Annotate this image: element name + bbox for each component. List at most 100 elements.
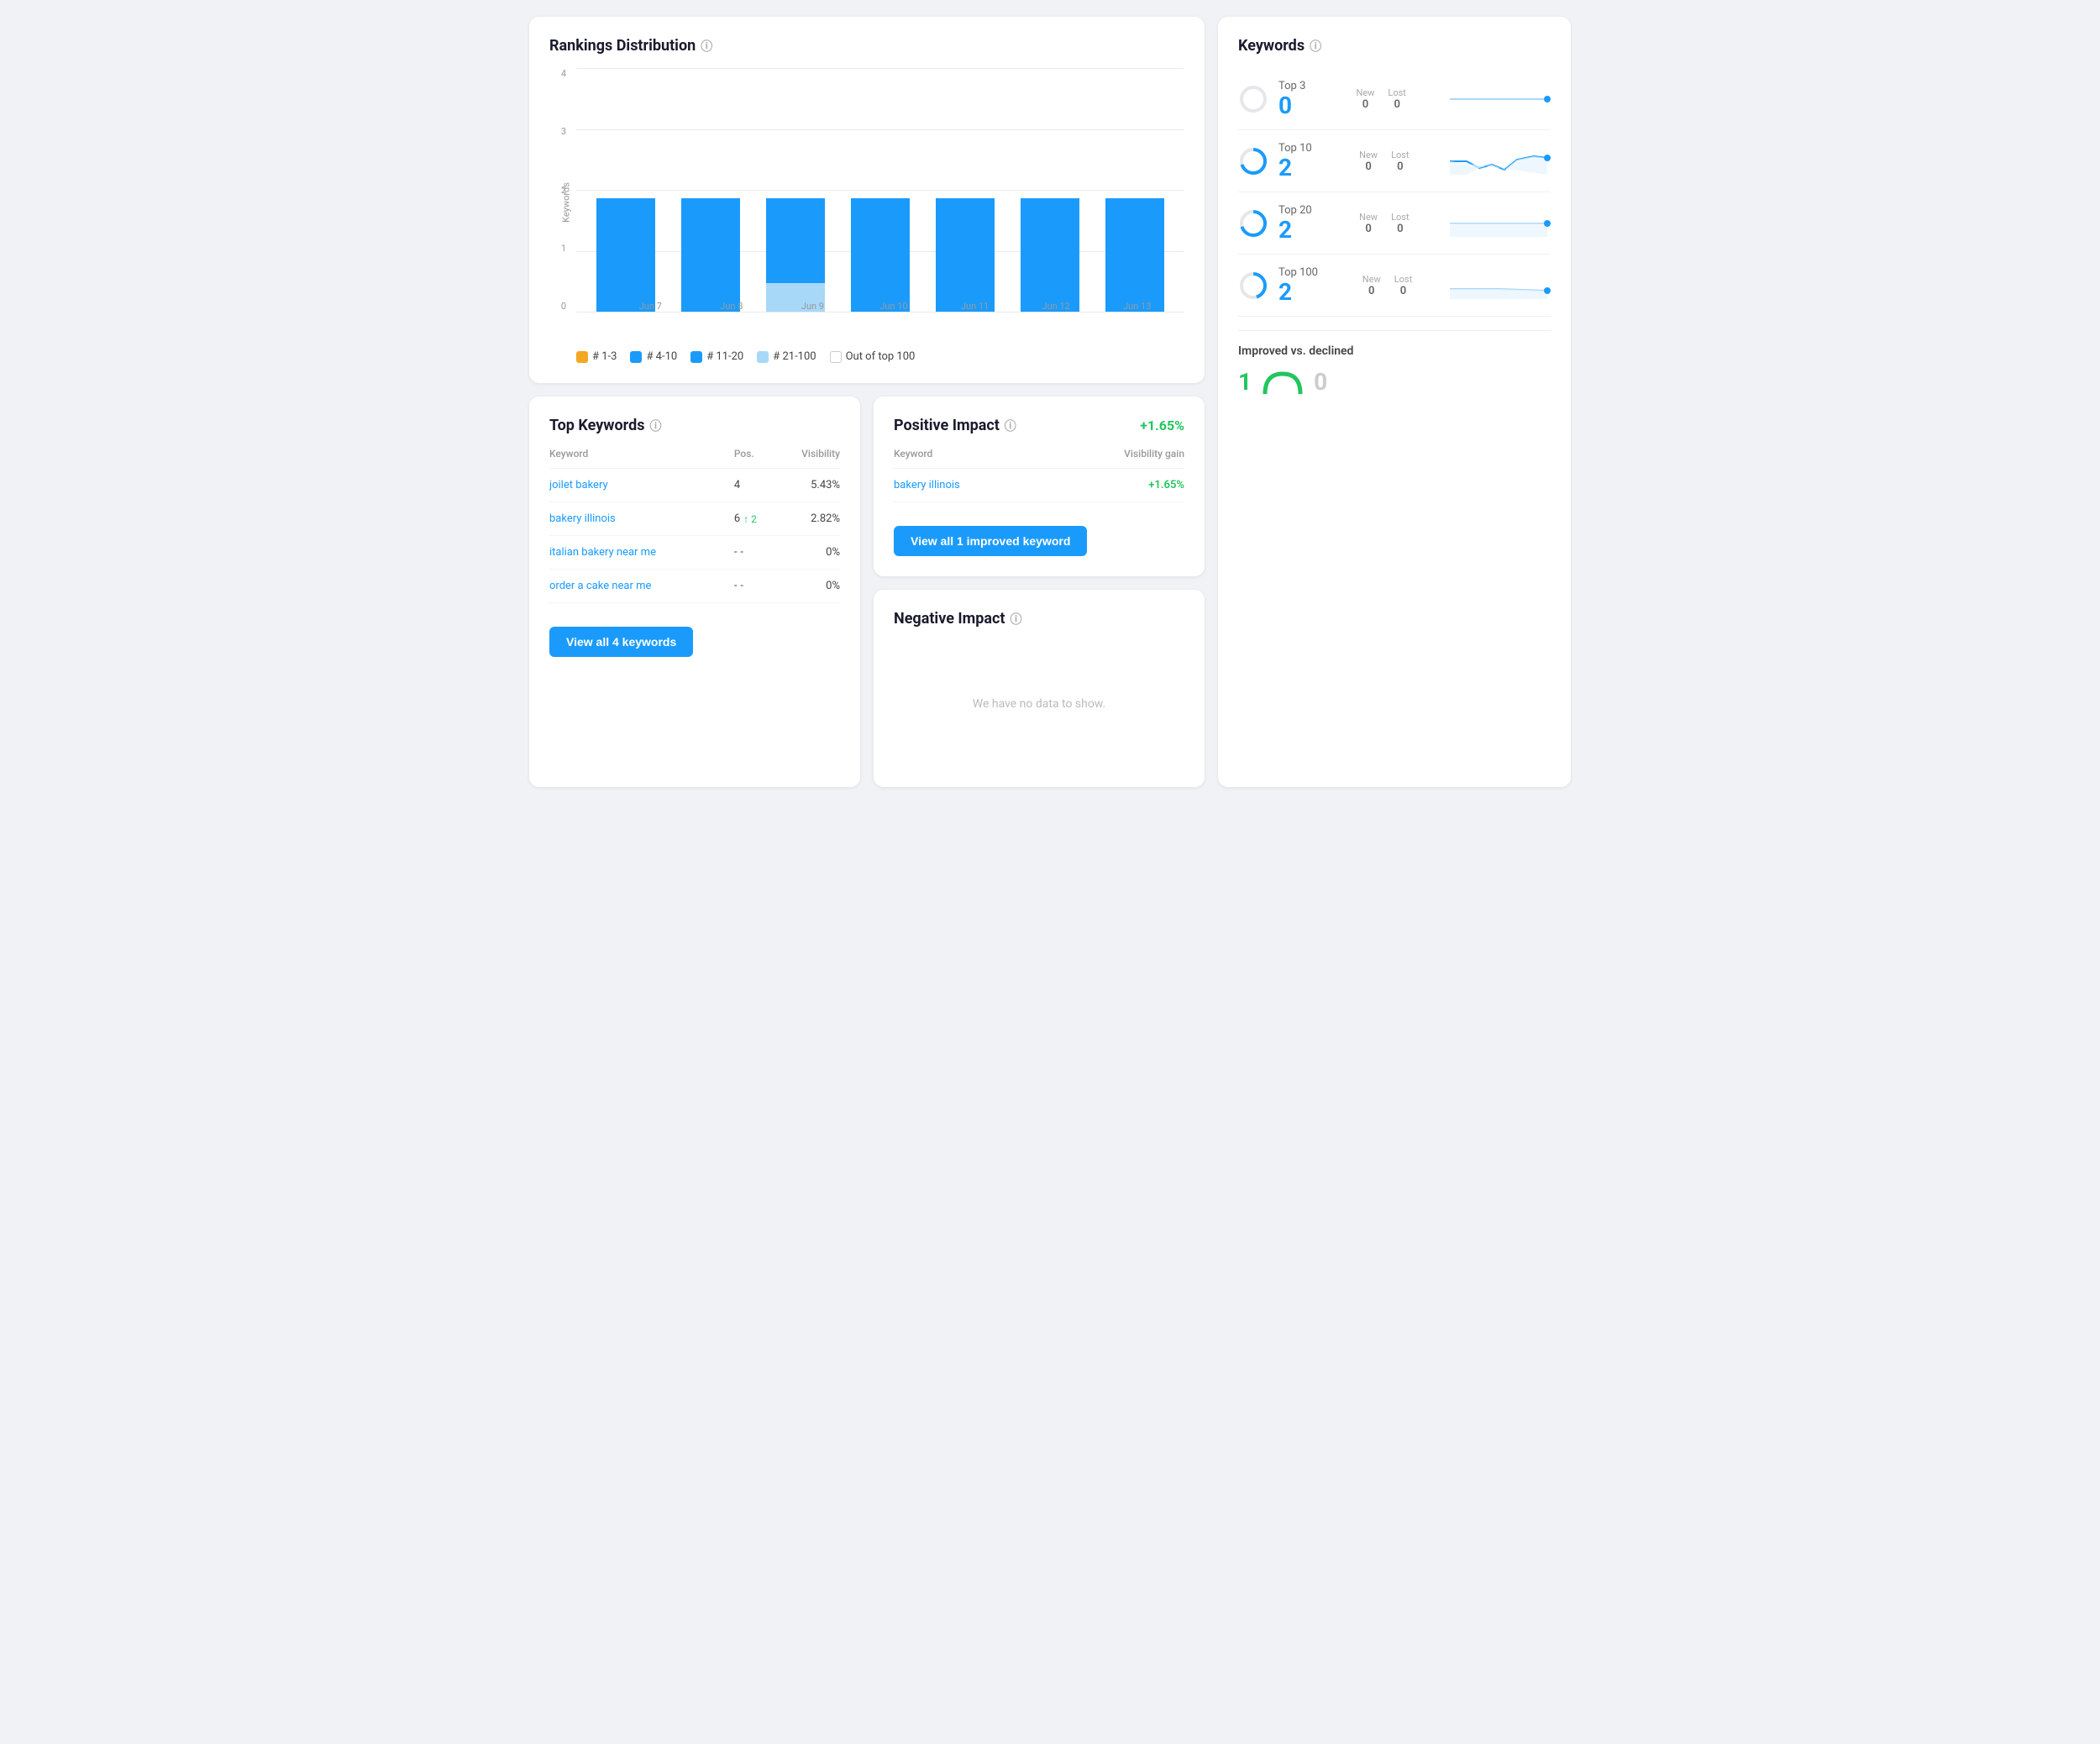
keyword-row-top10: Top 10 2 New 0 Lost 0 <box>1238 130 1551 192</box>
kw-cell-1[interactable]: bakery illinois <box>549 502 734 536</box>
legend-1-3: # 1-3 <box>576 350 617 363</box>
pos-td-1: 6 ↑ 2 <box>734 502 774 536</box>
pi-col-keyword: Keyword <box>894 448 1046 469</box>
nl-lost-val-top100: 0 <box>1394 285 1412 297</box>
kw-info-top3: Top 3 0 <box>1278 80 1305 118</box>
seg2-5 <box>1021 198 1079 312</box>
improved-count: 1 <box>1238 368 1252 396</box>
pos-td-3: - - <box>734 570 774 603</box>
nl-lost-header-top3: Lost <box>1388 87 1405 98</box>
kw-label-top3: Top 3 <box>1278 80 1305 92</box>
donut-top10 <box>1238 146 1268 176</box>
pi-kw-cell-0[interactable]: bakery illinois <box>894 469 1046 502</box>
nl-lost-header-top20: Lost <box>1391 212 1409 223</box>
table-row: order a cake near me- -0% <box>549 570 840 603</box>
legend-label-11-20: # 11-20 <box>706 350 743 363</box>
legend-box-out <box>830 351 842 363</box>
improved-title: Improved vs. declined <box>1238 344 1551 358</box>
bar-group-3 <box>843 198 918 312</box>
chart-inner: Jun 7Jun 8Jun 9Jun 10Jun 11Jun 12Jun 13 <box>576 68 1184 312</box>
chart-legend: # 1-3 # 4-10 # 11-20 # 21-100 Out of top… <box>549 350 1184 363</box>
kw-cell-0[interactable]: joilet bakery <box>549 469 734 502</box>
rankings-info-icon[interactable]: ⓘ <box>701 38 712 55</box>
keywords-title-text: Keywords <box>1238 37 1305 55</box>
bar-group-1 <box>673 198 748 312</box>
rankings-chart: Keywords 4 3 2 1 0 Jun 7Jun 8Jun 9Jun 10… <box>549 68 1184 337</box>
rankings-distribution-card: Rankings Distribution ⓘ Keywords 4 3 2 1… <box>529 17 1205 383</box>
pi-gain-cell-0: +1.65% <box>1046 469 1184 502</box>
legend-out-top-100: Out of top 100 <box>830 350 916 363</box>
negative-impact-title-text: Negative Impact <box>894 610 1005 628</box>
seg2-1 <box>681 198 740 312</box>
pi-header: Positive Impact ⓘ +1.65% <box>894 417 1184 434</box>
donut-top3 <box>1238 84 1268 114</box>
pi-table-row: bakery illinois+1.65% <box>894 469 1184 502</box>
vis-cell-2: 0% <box>774 536 840 570</box>
x-labels: Jun 7Jun 8Jun 9Jun 10Jun 11Jun 12Jun 13 <box>603 301 1184 312</box>
donut-top100 <box>1238 271 1268 301</box>
view-all-keywords-button[interactable]: View all 4 keywords <box>549 627 693 657</box>
nl-lost-header-top100: Lost <box>1394 274 1412 285</box>
bar-group-6 <box>1097 198 1173 312</box>
col-visibility-header: Visibility <box>774 448 840 469</box>
col-keyword-header: Keyword <box>549 448 734 469</box>
top-keywords-title-text: Top Keywords <box>549 417 644 434</box>
pi-col-gain: Visibility gain <box>1046 448 1184 469</box>
view-all-improved-button[interactable]: View all 1 improved keyword <box>894 526 1087 556</box>
negative-impact-card: Negative Impact ⓘ We have no data to sho… <box>874 590 1205 787</box>
nl-new-val-top20: 0 <box>1359 223 1378 235</box>
kw-new-lost-top10: New 0 Lost 0 <box>1359 150 1409 173</box>
kw-cell-3[interactable]: order a cake near me <box>549 570 734 603</box>
arc-icon <box>1262 370 1304 394</box>
col-pos-header: Pos. <box>734 448 774 469</box>
table-row: bakery illinois6 ↑ 22.82% <box>549 502 840 536</box>
improved-section: Improved vs. declined 1 0 <box>1238 330 1551 396</box>
keyword-row-top3: Top 3 0 New 0 Lost 0 <box>1238 68 1551 130</box>
pos-change-2: - <box>740 546 743 559</box>
top-keywords-table: Keyword Pos. Visibility joilet bakery4 5… <box>549 448 840 603</box>
pi-info-icon[interactable]: ⓘ <box>1005 418 1016 434</box>
sparkline-top3 <box>1450 84 1551 114</box>
kw-label-top10: Top 10 <box>1278 142 1312 155</box>
kw-info-top100: Top 100 2 <box>1278 266 1318 304</box>
nl-new-top10: New 0 <box>1359 150 1378 173</box>
dashboard: Rankings Distribution ⓘ Keywords 4 3 2 1… <box>529 17 1571 787</box>
nl-new-header-top100: New <box>1362 274 1381 285</box>
negative-impact-title: Negative Impact ⓘ <box>894 610 1184 628</box>
kw-left-top3: Top 3 0 <box>1238 80 1305 118</box>
vis-cell-1: 2.82% <box>774 502 840 536</box>
nl-lost-header-top10: Lost <box>1391 150 1409 160</box>
nl-new-top3: New 0 <box>1356 87 1374 111</box>
keywords-info-icon[interactable]: ⓘ <box>1310 38 1321 55</box>
legend-11-20: # 11-20 <box>690 350 743 363</box>
x-label-4: Jun 11 <box>934 301 1016 312</box>
legend-box-1-3 <box>576 351 588 363</box>
bar-group-4 <box>927 198 1003 312</box>
bar-stack-4 <box>936 198 995 312</box>
y-label-1: 1 <box>561 243 566 254</box>
x-label-2: Jun 9 <box>772 301 853 312</box>
no-data-text: We have no data to show. <box>894 641 1184 767</box>
seg2-2 <box>766 198 825 283</box>
table-row: italian bakery near me- -0% <box>549 536 840 570</box>
pos-td-0: 4 <box>734 469 774 502</box>
x-label-3: Jun 10 <box>853 301 935 312</box>
negative-impact-info-icon[interactable]: ⓘ <box>1010 611 1021 628</box>
y-label-0: 0 <box>561 301 566 312</box>
legend-box-21-100 <box>757 351 769 363</box>
bar-stack-5 <box>1021 198 1079 312</box>
kw-cell-2[interactable]: italian bakery near me <box>549 536 734 570</box>
pi-title: Positive Impact ⓘ <box>894 417 1016 434</box>
pos-cell-3: - - <box>734 580 774 592</box>
kw-left-top100: Top 100 2 <box>1238 266 1318 304</box>
vis-cell-3: 0% <box>774 570 840 603</box>
nl-new-top20: New 0 <box>1359 212 1378 235</box>
pos-cell-0: 4 <box>734 479 774 491</box>
bar-stack-3 <box>851 198 910 312</box>
seg2-0 <box>596 198 655 312</box>
legend-box-4-10 <box>630 351 642 363</box>
x-label-6: Jun 13 <box>1096 301 1178 312</box>
kw-new-lost-top3: New 0 Lost 0 <box>1356 87 1405 111</box>
sparkline-top10 <box>1450 146 1551 176</box>
top-keywords-info-icon[interactable]: ⓘ <box>649 418 661 434</box>
